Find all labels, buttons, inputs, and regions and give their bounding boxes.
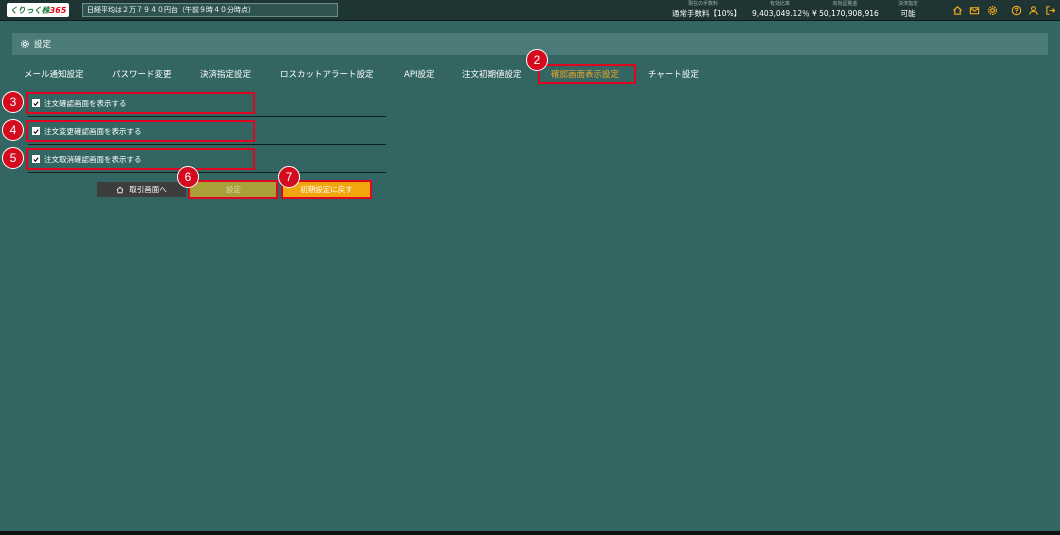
help-icon[interactable]: [1010, 4, 1022, 16]
step-badge: 7: [278, 166, 300, 188]
logo-text: くりっく株: [9, 5, 50, 15]
tab-password-change[interactable]: パスワード変更: [112, 68, 172, 80]
margin-value: ¥ 50,170,908,916: [812, 9, 879, 18]
option-highlight-frame: [26, 148, 255, 170]
step-badge: 2: [526, 49, 548, 71]
button-highlight-frame: [188, 180, 278, 199]
margin-label: 有効証拠金: [832, 1, 858, 7]
page-title: 設定: [34, 40, 52, 50]
top-bar: くりっく株 365 日経平均は２万７９４０円台（午前９時４０分時点） 現在の手数料…: [0, 0, 1060, 21]
step-badge: 5: [2, 147, 24, 169]
to-trading-screen-button[interactable]: 取引画面へ: [97, 182, 186, 197]
step-badge: 3: [2, 91, 24, 113]
fee-status: 現在の手数料 通常手数料【10%】: [672, 1, 742, 19]
tab-api[interactable]: API設定: [404, 68, 434, 80]
option-highlight-frame: [26, 120, 255, 142]
step-badge: 4: [2, 119, 24, 141]
tab-order-defaults[interactable]: 注文初期値設定: [462, 68, 522, 80]
tab-mail-notification[interactable]: メール通知設定: [24, 68, 84, 80]
tab-settlement[interactable]: 決済指定設定: [200, 68, 251, 80]
fee-value: 通常手数料【10%】: [672, 9, 742, 18]
fee-label: 現在の手数料: [687, 1, 718, 7]
ratio-label: 有効比率: [769, 1, 790, 7]
brand-logo[interactable]: くりっく株 365: [7, 3, 69, 17]
option-highlight-frame: [26, 92, 255, 114]
logo-number: 365: [49, 5, 67, 15]
logout-icon[interactable]: [1044, 4, 1056, 16]
user-icon[interactable]: [1027, 4, 1039, 16]
settlement-status: 決済指定 可能: [890, 1, 926, 19]
tab-losscut-alert[interactable]: ロスカットアラート設定: [280, 68, 374, 80]
step-badge: 6: [177, 166, 199, 188]
mail-icon[interactable]: [968, 4, 980, 16]
settlement-label: 決済指定: [897, 1, 918, 7]
tab-highlight-frame: [538, 64, 636, 84]
to-trading-screen-label: 取引画面へ: [129, 185, 167, 194]
home-icon[interactable]: [951, 4, 963, 16]
gear-icon[interactable]: [986, 4, 998, 16]
home-icon: [116, 186, 124, 193]
tab-chart[interactable]: チャート設定: [648, 68, 699, 80]
bottom-border: [0, 531, 1060, 535]
settlement-value: 可能: [900, 9, 916, 18]
ratio-value: 9,403,049.12％: [752, 9, 810, 18]
effective-ratio: 有効比率 9,403,049.12％: [752, 1, 810, 19]
news-ticker[interactable]: 日経平均は２万７９４０円台（午前９時４０分時点）: [82, 3, 338, 17]
effective-margin: 有効証拠金 ¥ 50,170,908,916: [812, 1, 879, 19]
gear-icon: [21, 40, 29, 48]
